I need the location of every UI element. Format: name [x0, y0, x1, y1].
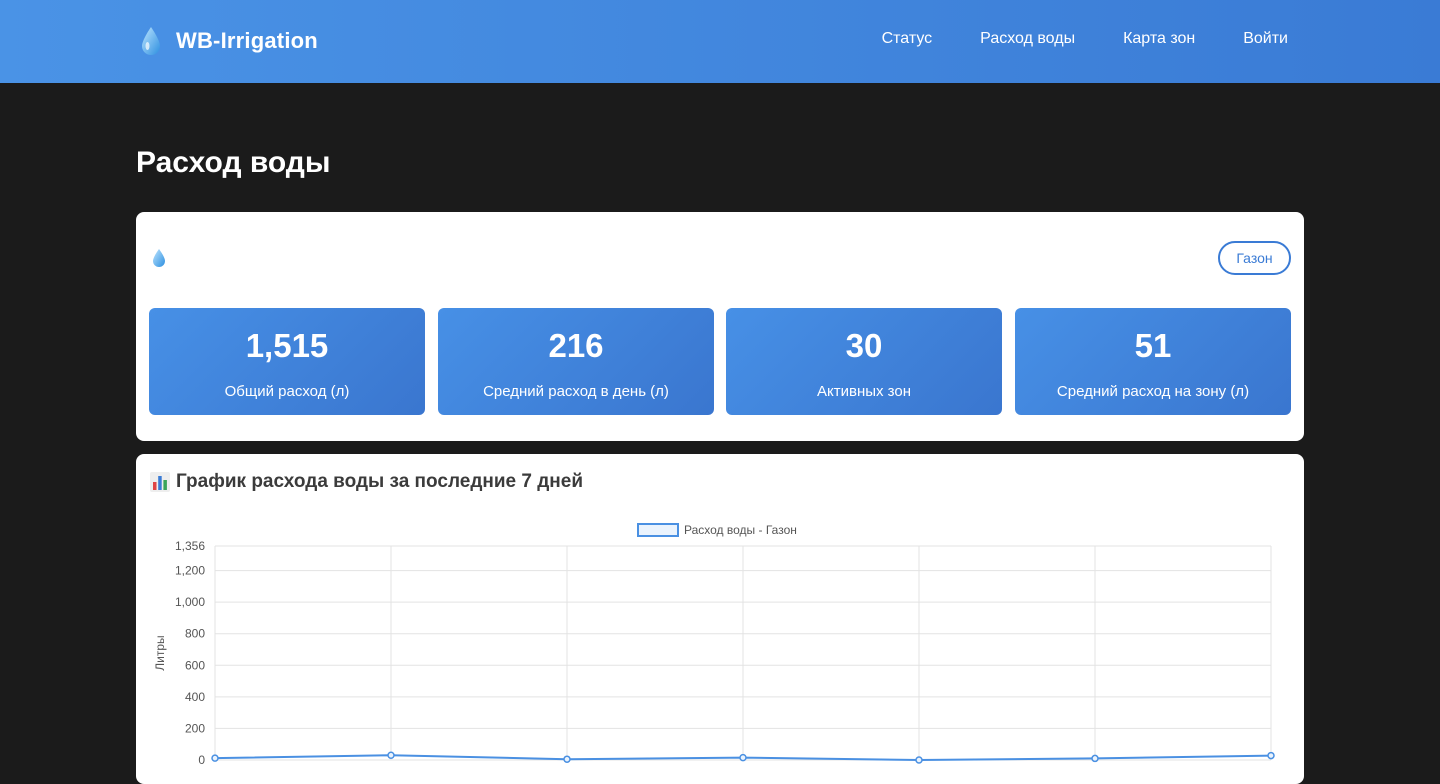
- data-point: [563, 755, 571, 763]
- legend-label: Расход воды - Газон: [684, 523, 797, 537]
- water-stats-card: Газон 1,515 Общий расход (л) 216 Средний…: [136, 212, 1304, 441]
- stat-avg-per-zone: 51 Средний расход на зону (л): [1015, 308, 1291, 415]
- y-tick-label: 600: [185, 658, 205, 672]
- nav-link-login[interactable]: Войти: [1243, 30, 1288, 48]
- nav-links: Статус Расход воды Карта зон Войти: [834, 30, 1288, 48]
- stat-label: Активных зон: [816, 383, 912, 400]
- y-tick-label: 1,356: [175, 539, 205, 553]
- stat-total-usage: 1,515 Общий расход (л): [149, 308, 425, 415]
- brand-name: WB-Irrigation: [176, 28, 318, 53]
- data-point: [915, 756, 923, 764]
- nav-link-water-usage[interactable]: Расход воды: [980, 30, 1075, 48]
- water-drop-icon: [142, 27, 160, 55]
- stat-label: Средний расход на зону (л): [1056, 383, 1250, 400]
- stat-value: 51: [1134, 327, 1172, 364]
- water-usage-chart: 1,356 1,200 1,000 800 600 400 200 0 Литры Расход …: [153, 523, 1275, 767]
- y-tick-label: 200: [185, 721, 205, 735]
- stat-label: Общий расход (л): [224, 383, 350, 400]
- nav-link-status[interactable]: Статус: [882, 30, 933, 48]
- stat-value: 30: [845, 327, 883, 364]
- stat-active-zones: 30 Активных зон: [726, 308, 1002, 415]
- y-tick-label: 400: [185, 690, 205, 704]
- stat-label: Средний расход в день (л): [483, 383, 669, 400]
- y-tick-label: 1,000: [175, 595, 205, 609]
- data-point: [739, 753, 747, 762]
- y-tick-label: 1,200: [175, 564, 205, 578]
- data-point: [211, 754, 219, 762]
- y-tick-label: 800: [185, 627, 205, 641]
- nav-link-zone-map[interactable]: Карта зон: [1123, 30, 1195, 48]
- stat-avg-daily: 216 Средний расход в день (л): [438, 308, 714, 415]
- data-point: [387, 751, 395, 760]
- zone-select-button[interactable]: Газон: [1218, 241, 1291, 275]
- stat-value: 1,515: [245, 327, 329, 364]
- water-chart-card: График расхода воды за последние 7 дней …: [136, 454, 1304, 784]
- data-point: [1267, 751, 1275, 760]
- water-drop-icon: [153, 249, 165, 267]
- legend-swatch: [637, 523, 679, 537]
- top-navbar: WB-Irrigation Статус Расход воды Карта з…: [0, 0, 1440, 83]
- y-tick-label: 0: [198, 753, 205, 767]
- stat-value: 216: [548, 327, 604, 364]
- brand[interactable]: WB-Irrigation: [140, 24, 318, 58]
- page-title: Расход воды: [136, 146, 331, 179]
- y-axis-label: Литры: [153, 635, 167, 670]
